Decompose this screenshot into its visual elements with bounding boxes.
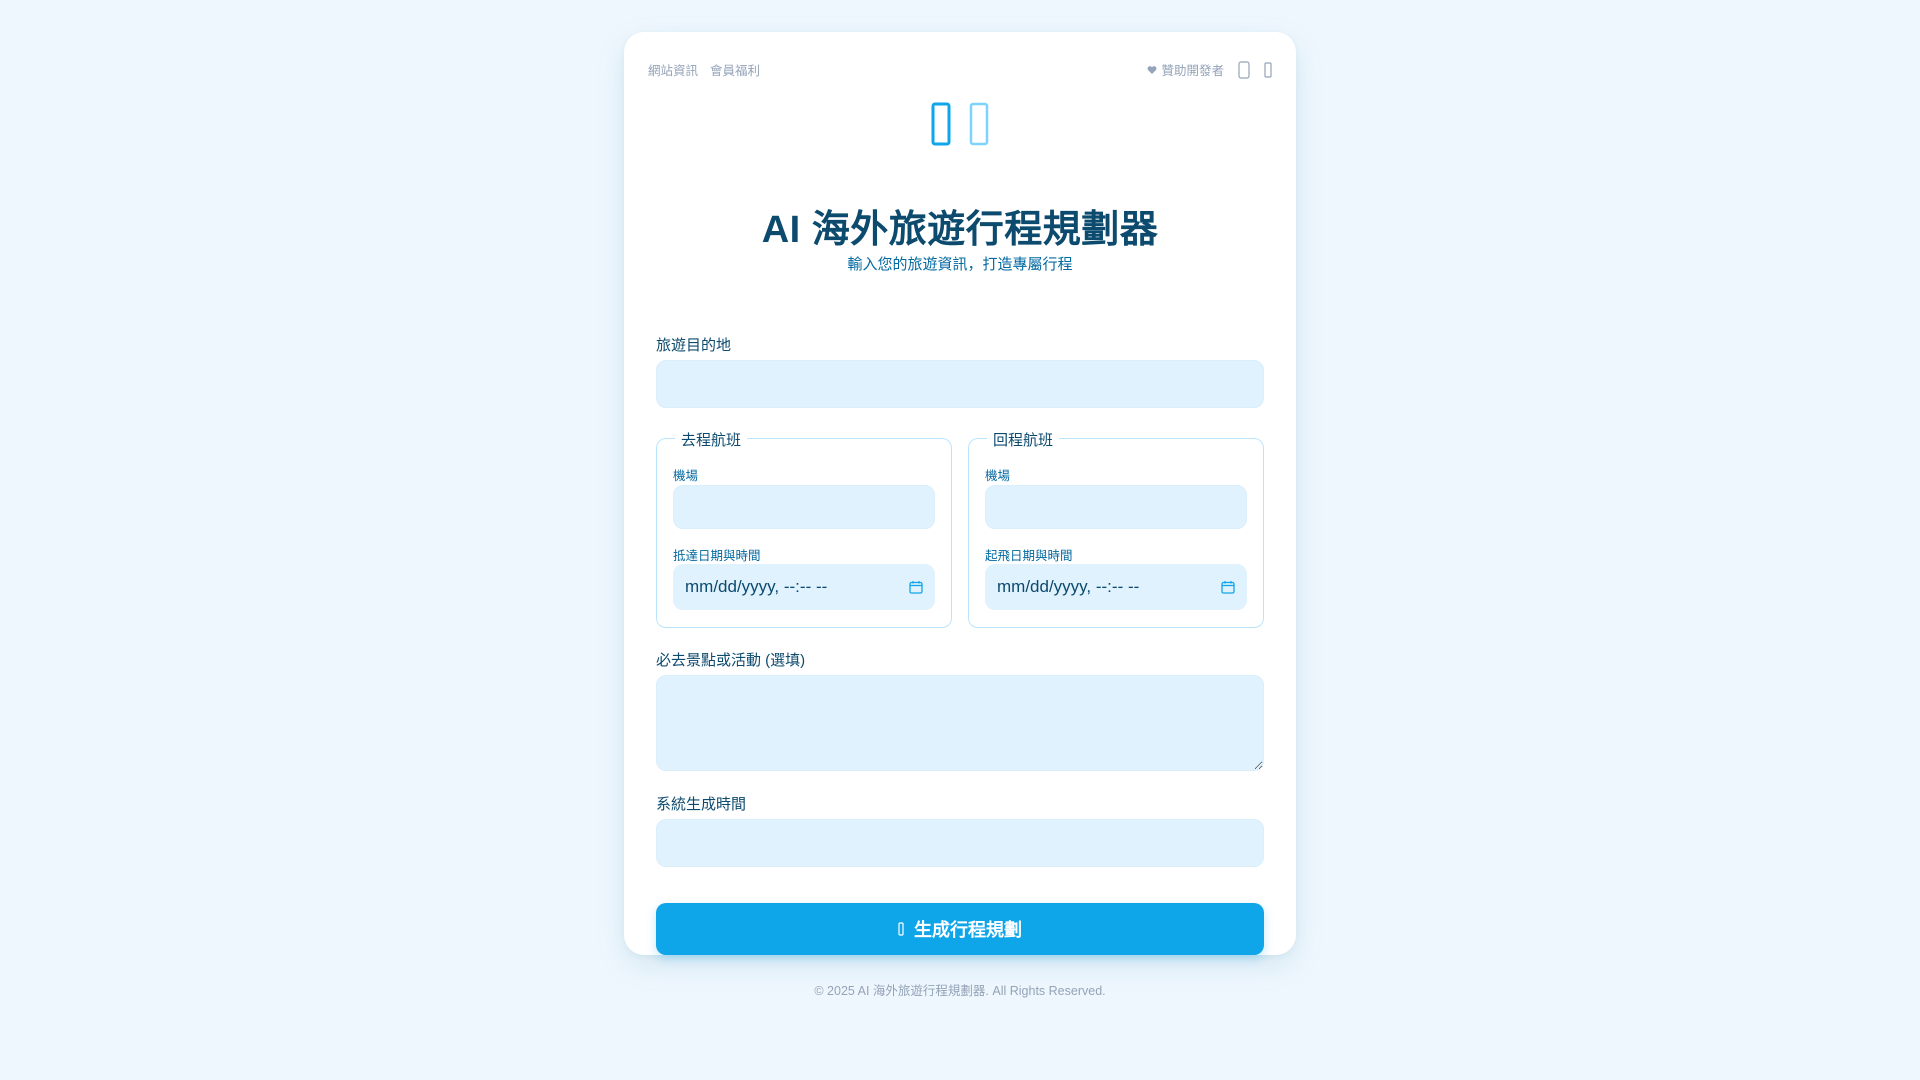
generate-plan-label: 生成行程規劃 <box>914 920 1022 940</box>
outbound-datetime-label: 抵達日期與時間 <box>673 549 761 563</box>
page-subtitle: 輸入您的旅遊資訊，打造專屬行程 <box>847 256 1073 273</box>
outbound-airport-label: 機場 <box>673 469 699 483</box>
outbound-airport-input[interactable] <box>673 485 935 529</box>
member-benefits-link[interactable]: 會員福利 <box>710 60 760 79</box>
return-datetime-label: 起飛日期與時間 <box>985 549 1073 563</box>
outbound-fieldset: 去程航班 機場 抵達日期與時間 mm/dd/yyyy, --:-- -- <box>656 429 952 628</box>
return-fieldset: 回程航班 機場 起飛日期與時間 mm/dd/yyyy, --:-- -- <box>968 429 1264 628</box>
must-visit-label: 必去景點或活動 (選填) <box>656 652 806 669</box>
return-datetime-input[interactable]: mm/dd/yyyy, --:-- -- <box>985 564 1247 610</box>
generate-plan-button[interactable]: 生成行程規劃 <box>656 903 1264 955</box>
return-legend: 回程航班 <box>987 429 1060 450</box>
sponsor-label: 贊助開發者 <box>1161 64 1224 78</box>
footer-copyright: © 2025 AI 海外旅遊行程規劃器. All Rights Reserved… <box>814 984 1106 998</box>
globe-icon <box>969 102 989 146</box>
outbound-datetime-placeholder: mm/dd/yyyy, --:-- -- <box>685 577 828 596</box>
calendar-icon[interactable] <box>1221 580 1235 594</box>
sparkle-icon <box>898 922 904 936</box>
return-datetime-placeholder: mm/dd/yyyy, --:-- -- <box>997 577 1140 596</box>
return-airport-label: 機場 <box>985 469 1011 483</box>
destination-input[interactable] <box>656 360 1264 408</box>
top-nav-left: 網站資訊 會員福利 <box>648 60 760 79</box>
destination-label: 旅遊目的地 <box>656 337 732 354</box>
generated-time-label: 系統生成時間 <box>656 796 747 813</box>
sponsor-link[interactable]: 贊助開發者 <box>1147 60 1224 79</box>
must-visit-textarea[interactable] <box>656 675 1264 771</box>
heart-icon <box>1148 65 1157 74</box>
page-title: AI 海外旅遊行程規劃器 <box>761 209 1159 251</box>
top-nav: 網站資訊 會員福利 贊助開發者 <box>648 60 1272 80</box>
site-info-link[interactable]: 網站資訊 <box>648 60 698 79</box>
plane-icon <box>931 102 951 146</box>
logo <box>624 102 1296 162</box>
top-nav-right: 贊助開發者 <box>1147 60 1272 79</box>
outbound-legend: 去程航班 <box>675 429 748 450</box>
return-airport-input[interactable] <box>985 485 1247 529</box>
user-icon[interactable] <box>1238 60 1250 79</box>
menu-icon[interactable] <box>1264 61 1272 78</box>
main-card: 網站資訊 會員福利 贊助開發者 AI 海外旅遊行程規劃器 輸入您的旅遊資訊，打造… <box>624 32 1296 955</box>
generated-time-input[interactable] <box>656 819 1264 867</box>
outbound-datetime-input[interactable]: mm/dd/yyyy, --:-- -- <box>673 564 935 610</box>
calendar-icon[interactable] <box>909 580 923 594</box>
